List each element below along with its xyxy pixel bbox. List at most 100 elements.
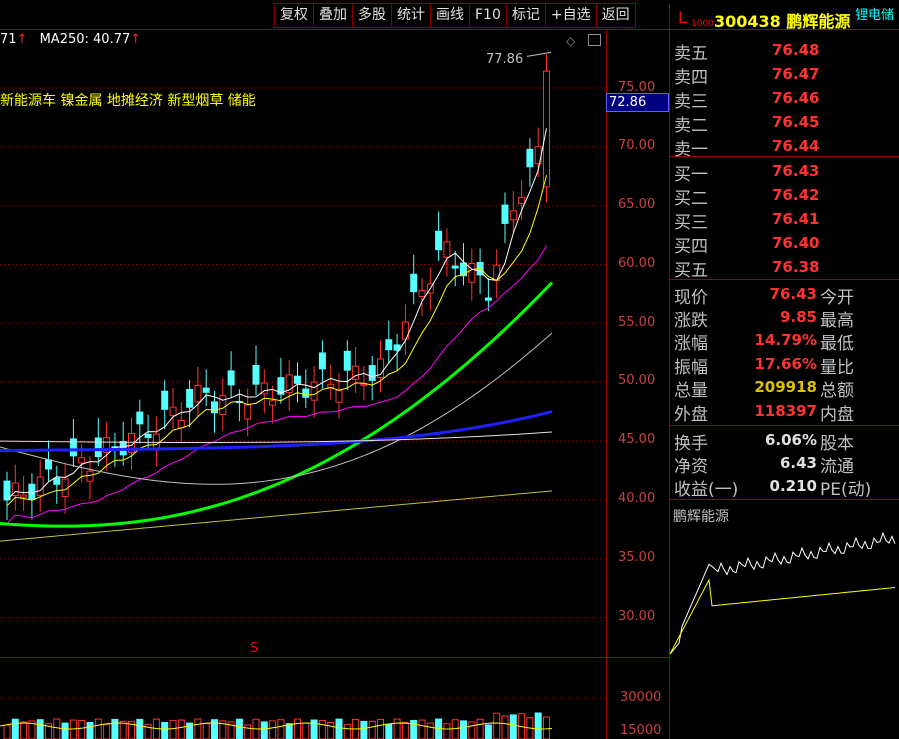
stat-value: 6.06% — [764, 431, 817, 449]
candle-body — [211, 401, 218, 414]
stat-row: 现价 76.43 今开 — [672, 282, 899, 308]
statistics-button[interactable]: 统计 — [392, 3, 431, 28]
volume-bar — [86, 721, 94, 739]
volume-bar — [318, 719, 326, 739]
volume-bar — [360, 720, 368, 739]
ask-label: 卖二 — [674, 116, 708, 136]
ma250-line — [0, 490, 553, 542]
volume-bar — [460, 720, 467, 739]
bid-label: 买四 — [674, 237, 708, 257]
bid-price: 76.41 — [772, 210, 820, 228]
stat-value: 76.43 — [769, 285, 817, 303]
candle-body — [269, 400, 277, 406]
ask-price: 76.45 — [772, 113, 820, 131]
ask-label: 卖一 — [674, 140, 708, 160]
stat-label: 收益(一) — [674, 480, 739, 500]
volume-bar — [20, 721, 28, 739]
stat-label-2: 最低 — [820, 334, 854, 354]
stat-value: 0.210 — [769, 477, 817, 495]
volume-bar — [177, 719, 185, 739]
candle-body — [219, 395, 227, 415]
volume-bar — [443, 723, 451, 739]
bid-price: 76.38 — [772, 258, 820, 276]
ask-row[interactable]: 卖四 76.47 — [672, 62, 899, 88]
volume-bar — [534, 712, 542, 739]
volume-bar — [94, 718, 102, 739]
candle-body — [435, 230, 443, 251]
stock-name: 鹏辉能源 — [786, 12, 851, 31]
ask-row[interactable]: 卖一 76.44 — [672, 134, 899, 160]
volume-bar — [3, 724, 11, 739]
price-tick: 30.00 — [618, 609, 656, 624]
current-price-tag: 72.86 — [606, 93, 669, 112]
stat-row: 收益(一) 0.210 PE(动) — [672, 474, 899, 500]
draw-line-button[interactable]: 画线 — [431, 3, 470, 28]
back-button[interactable]: 返回 — [596, 3, 636, 28]
bid-price: 76.40 — [772, 234, 820, 252]
candle-body — [509, 210, 517, 221]
mark-button[interactable]: 标记 — [506, 3, 546, 28]
candle-body — [518, 196, 526, 205]
volume-bar — [401, 721, 409, 739]
volume-bar — [119, 720, 127, 739]
l-mark-sub: 1000 — [691, 19, 714, 29]
volume-bar — [11, 718, 19, 739]
volume-bar — [543, 716, 550, 739]
volume-bar — [377, 718, 384, 739]
sector-tag: 锂电储 — [855, 8, 895, 23]
candle-body — [186, 388, 194, 408]
ask-price: 76.44 — [772, 137, 820, 155]
volume-bar — [36, 719, 44, 739]
candlestick-chart[interactable] — [0, 30, 606, 657]
candle-body — [227, 370, 235, 386]
ask-row[interactable]: 卖五 76.48 — [672, 38, 899, 64]
bid-row[interactable]: 买三 76.41 — [672, 207, 899, 233]
bid-price: 76.43 — [772, 162, 820, 180]
candle-body — [45, 459, 52, 470]
stat-row: 净资 6.43 流通 — [672, 451, 899, 477]
stat-label-2: 内盘 — [820, 405, 854, 425]
bid-row[interactable]: 买二 76.42 — [672, 183, 899, 209]
stat-value: 17.66% — [754, 355, 817, 373]
ask-row[interactable]: 卖二 76.45 — [672, 110, 899, 136]
candle-body — [501, 204, 509, 224]
multi-stock-button[interactable]: 多股 — [353, 3, 392, 28]
volume-bar — [161, 721, 169, 739]
f10-button[interactable]: F10 — [470, 3, 507, 28]
volume-bar — [493, 712, 501, 739]
add-favorite-button[interactable]: +自选 — [545, 3, 597, 28]
stat-value: 118397 — [754, 402, 817, 420]
stat-row: 外盘 118397 内盘 — [672, 399, 899, 425]
candle-body — [526, 148, 534, 168]
volume-bar — [202, 723, 210, 739]
volume-bar — [235, 718, 243, 739]
stat-row: 涨跌 9.85 最高 — [672, 305, 899, 331]
candle-body — [53, 477, 61, 485]
candle-body — [94, 437, 102, 458]
candle-body — [318, 352, 326, 370]
ask-label: 卖五 — [674, 44, 708, 64]
volume-bar — [418, 719, 426, 739]
bid-row[interactable]: 买一 76.43 — [672, 159, 899, 185]
candle-body — [86, 470, 94, 482]
fuquan-button[interactable]: 复权 — [274, 3, 314, 28]
ask-label: 卖四 — [674, 68, 708, 88]
candle-body — [335, 389, 343, 403]
candle-body — [360, 383, 368, 386]
candle-body — [451, 265, 459, 269]
candle-body — [78, 457, 86, 464]
volume-bar — [484, 724, 492, 739]
volume-bar — [294, 718, 301, 739]
price-tick: 50.00 — [618, 373, 656, 388]
bid-row[interactable]: 买四 76.40 — [672, 231, 899, 257]
quote-stats-separator — [669, 425, 899, 426]
overlay-button[interactable]: 叠加 — [314, 3, 353, 28]
candle-body — [36, 476, 44, 496]
volume-bar — [69, 719, 77, 739]
ask-row[interactable]: 卖三 76.46 — [672, 86, 899, 112]
volume-chart[interactable] — [0, 658, 606, 739]
bid-row[interactable]: 买五 76.38 — [672, 255, 899, 281]
volume-bar — [194, 718, 202, 739]
intraday-mini-chart[interactable] — [670, 524, 897, 739]
volume-bar — [136, 718, 144, 739]
